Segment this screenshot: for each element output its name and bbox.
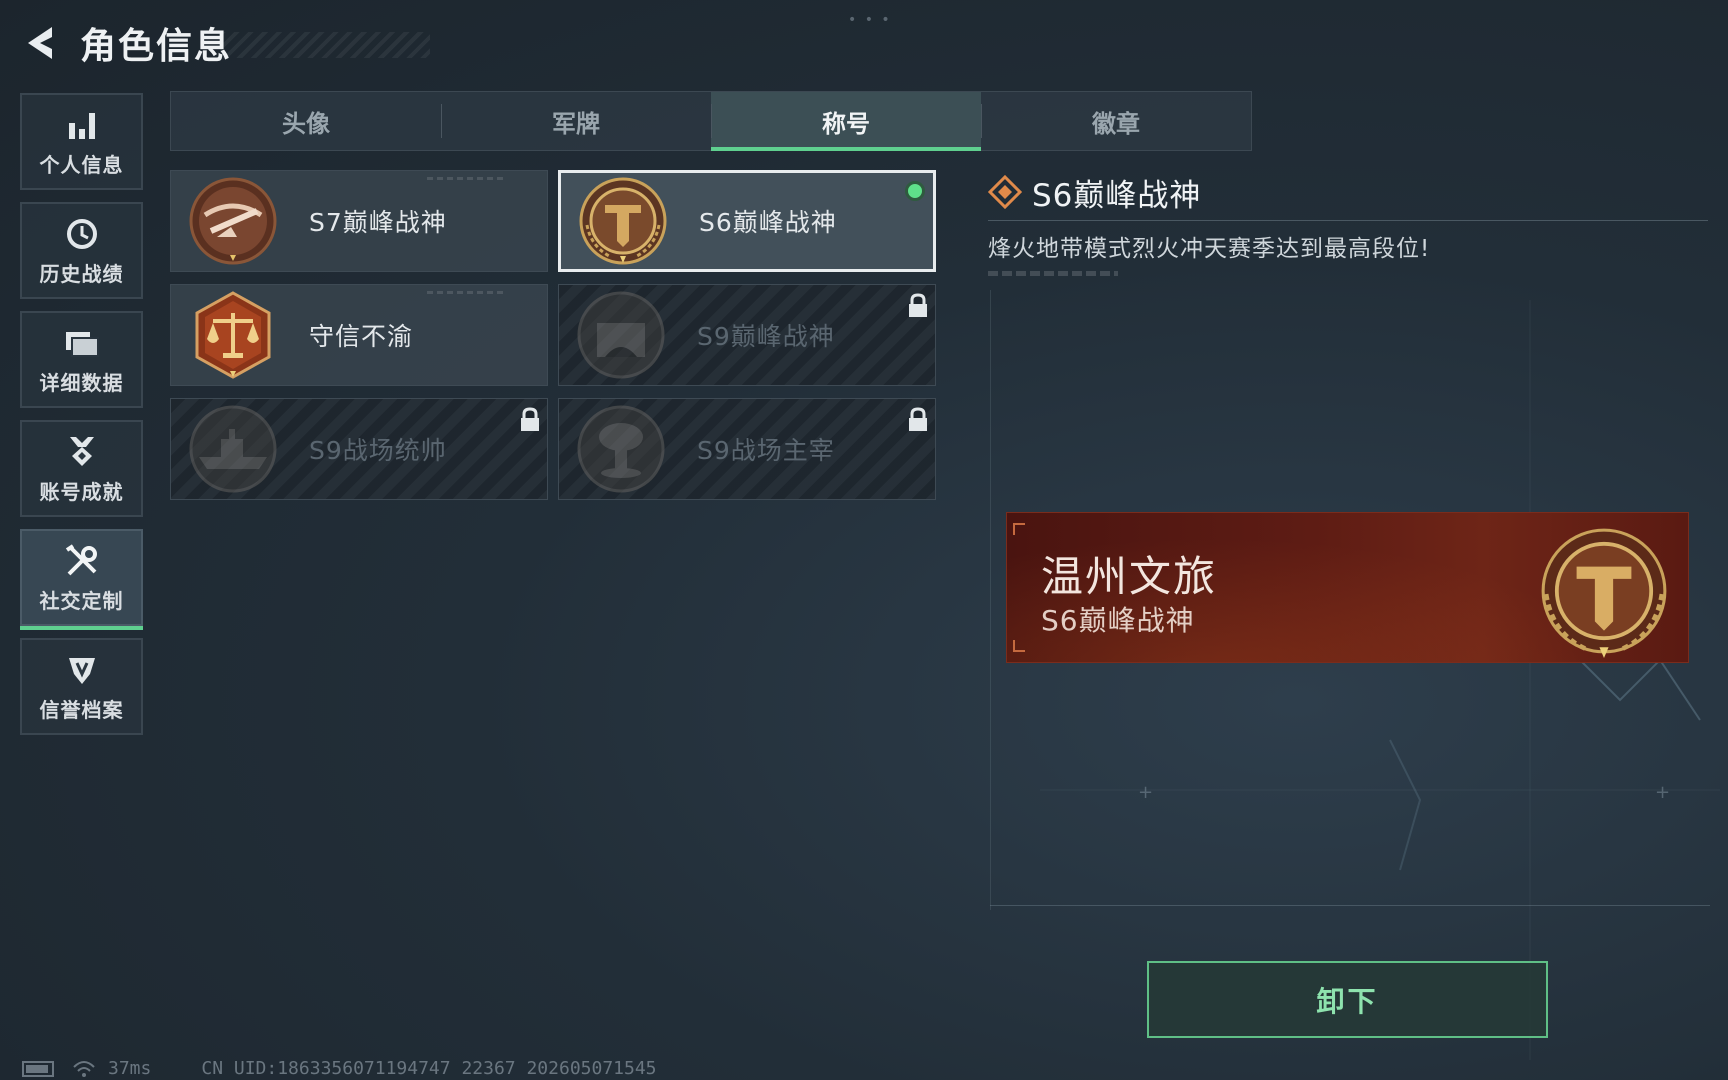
user-uid: CN UID:1863356071194747 22367 2026050715… [201, 1058, 657, 1079]
detail-title: S6巅峰战神 [1032, 177, 1202, 214]
bar-chart-icon [68, 113, 95, 139]
detail-decoration-bar [988, 271, 1118, 276]
t-laurel-emblem-icon [577, 175, 669, 267]
sidebar: 个人信息 历史战绩 详细数据 账号成就 社交定制 信誉档案 [20, 93, 143, 747]
title-preview-banner: 温州文旅 S6巅峰战神 [1006, 512, 1689, 663]
mushroom-cloud-emblem-icon [575, 403, 667, 495]
status-bar: 37ms CN UID:1863356071194747 22367 20260… [22, 1058, 657, 1079]
warship-emblem-icon [187, 403, 279, 495]
tools-icon [65, 544, 97, 576]
lock-icon [907, 293, 929, 323]
title-card-selected[interactable]: S6巅峰战神 [558, 170, 936, 272]
tab-title[interactable]: 称号 [711, 92, 981, 151]
clock-history-icon [66, 219, 97, 249]
sidebar-item-achievements[interactable]: 账号成就 [20, 420, 143, 517]
title-name: S9战场主宰 [697, 436, 835, 465]
lock-icon [519, 407, 541, 437]
tab-avatar[interactable]: 头像 [171, 92, 441, 150]
page-title: 角色信息 [80, 26, 233, 67]
title-name: S7巅峰战神 [309, 208, 447, 237]
detail-description: 烽火地带模式烈火冲天赛季达到最高段位! [988, 236, 1431, 262]
title-card-locked[interactable]: S9战场主宰 [558, 398, 936, 500]
detail-divider [990, 905, 1710, 906]
preview-player-name: 温州文旅 [1041, 552, 1218, 601]
sidebar-item-label: 详细数据 [39, 371, 124, 395]
sidebar-item-label: 信誉档案 [39, 698, 124, 722]
detail-underline [988, 220, 1708, 221]
banner-corner [1013, 640, 1025, 652]
ping-value: 37ms [108, 1058, 152, 1079]
title-card-locked[interactable]: S9巅峰战神 [558, 284, 936, 386]
sidebar-item-detailed-data[interactable]: 详细数据 [20, 311, 143, 408]
title-name: S9战场统帅 [309, 436, 447, 465]
banner-corner [1013, 523, 1025, 535]
title-card-locked[interactable]: S9战场统帅 [170, 398, 548, 500]
sidebar-item-credit-record[interactable]: 信誉档案 [20, 638, 143, 735]
crossbow-emblem-icon [187, 175, 279, 267]
medal-icon [69, 437, 94, 466]
folder-icon [65, 332, 99, 357]
diamond-title-icon [988, 175, 1022, 209]
unequip-label: 卸下 [1316, 984, 1379, 1018]
title-name: S9巅峰战神 [697, 322, 835, 351]
top-dots-icon: • • • [848, 12, 892, 28]
sidebar-item-label: 历史战绩 [39, 262, 124, 286]
scales-emblem-icon [187, 289, 279, 381]
card-decoration [427, 291, 507, 294]
t-laurel-emblem-icon [1534, 521, 1674, 661]
equipped-indicator-icon [905, 181, 925, 201]
title-detail: S6巅峰战神 烽火地带模式烈火冲天赛季达到最高段位! [988, 170, 1708, 276]
title-name: 守信不渝 [309, 322, 414, 351]
bunker-emblem-icon [575, 289, 667, 381]
header: 角色信息 [20, 18, 430, 68]
title-card[interactable]: S7巅峰战神 [170, 170, 548, 272]
sidebar-item-personal-info[interactable]: 个人信息 [20, 93, 143, 190]
tab-dog-tag[interactable]: 军牌 [441, 92, 711, 150]
title-name: S6巅峰战神 [699, 208, 837, 237]
sidebar-item-label: 社交定制 [39, 589, 124, 613]
lock-icon [907, 407, 929, 437]
card-decoration [427, 177, 507, 180]
wifi-icon [73, 1060, 95, 1077]
title-hatch-decoration [220, 32, 430, 58]
sidebar-item-label: 账号成就 [39, 480, 124, 504]
tab-badge[interactable]: 徽章 [981, 92, 1251, 150]
unequip-button[interactable]: 卸下 [1147, 961, 1548, 1038]
title-card[interactable]: 守信不渝 [170, 284, 548, 386]
back-arrow-icon [28, 27, 52, 59]
category-tabs: 头像 军牌 称号 徽章 [170, 91, 1252, 151]
sidebar-item-social-custom[interactable]: 社交定制 [20, 529, 143, 630]
preview-title: S6巅峰战神 [1041, 604, 1195, 637]
shield-badge-icon [68, 658, 95, 684]
sidebar-item-history[interactable]: 历史战绩 [20, 202, 143, 299]
back-button[interactable] [20, 21, 60, 65]
battery-icon [22, 1060, 54, 1077]
sidebar-item-label: 个人信息 [39, 153, 124, 177]
